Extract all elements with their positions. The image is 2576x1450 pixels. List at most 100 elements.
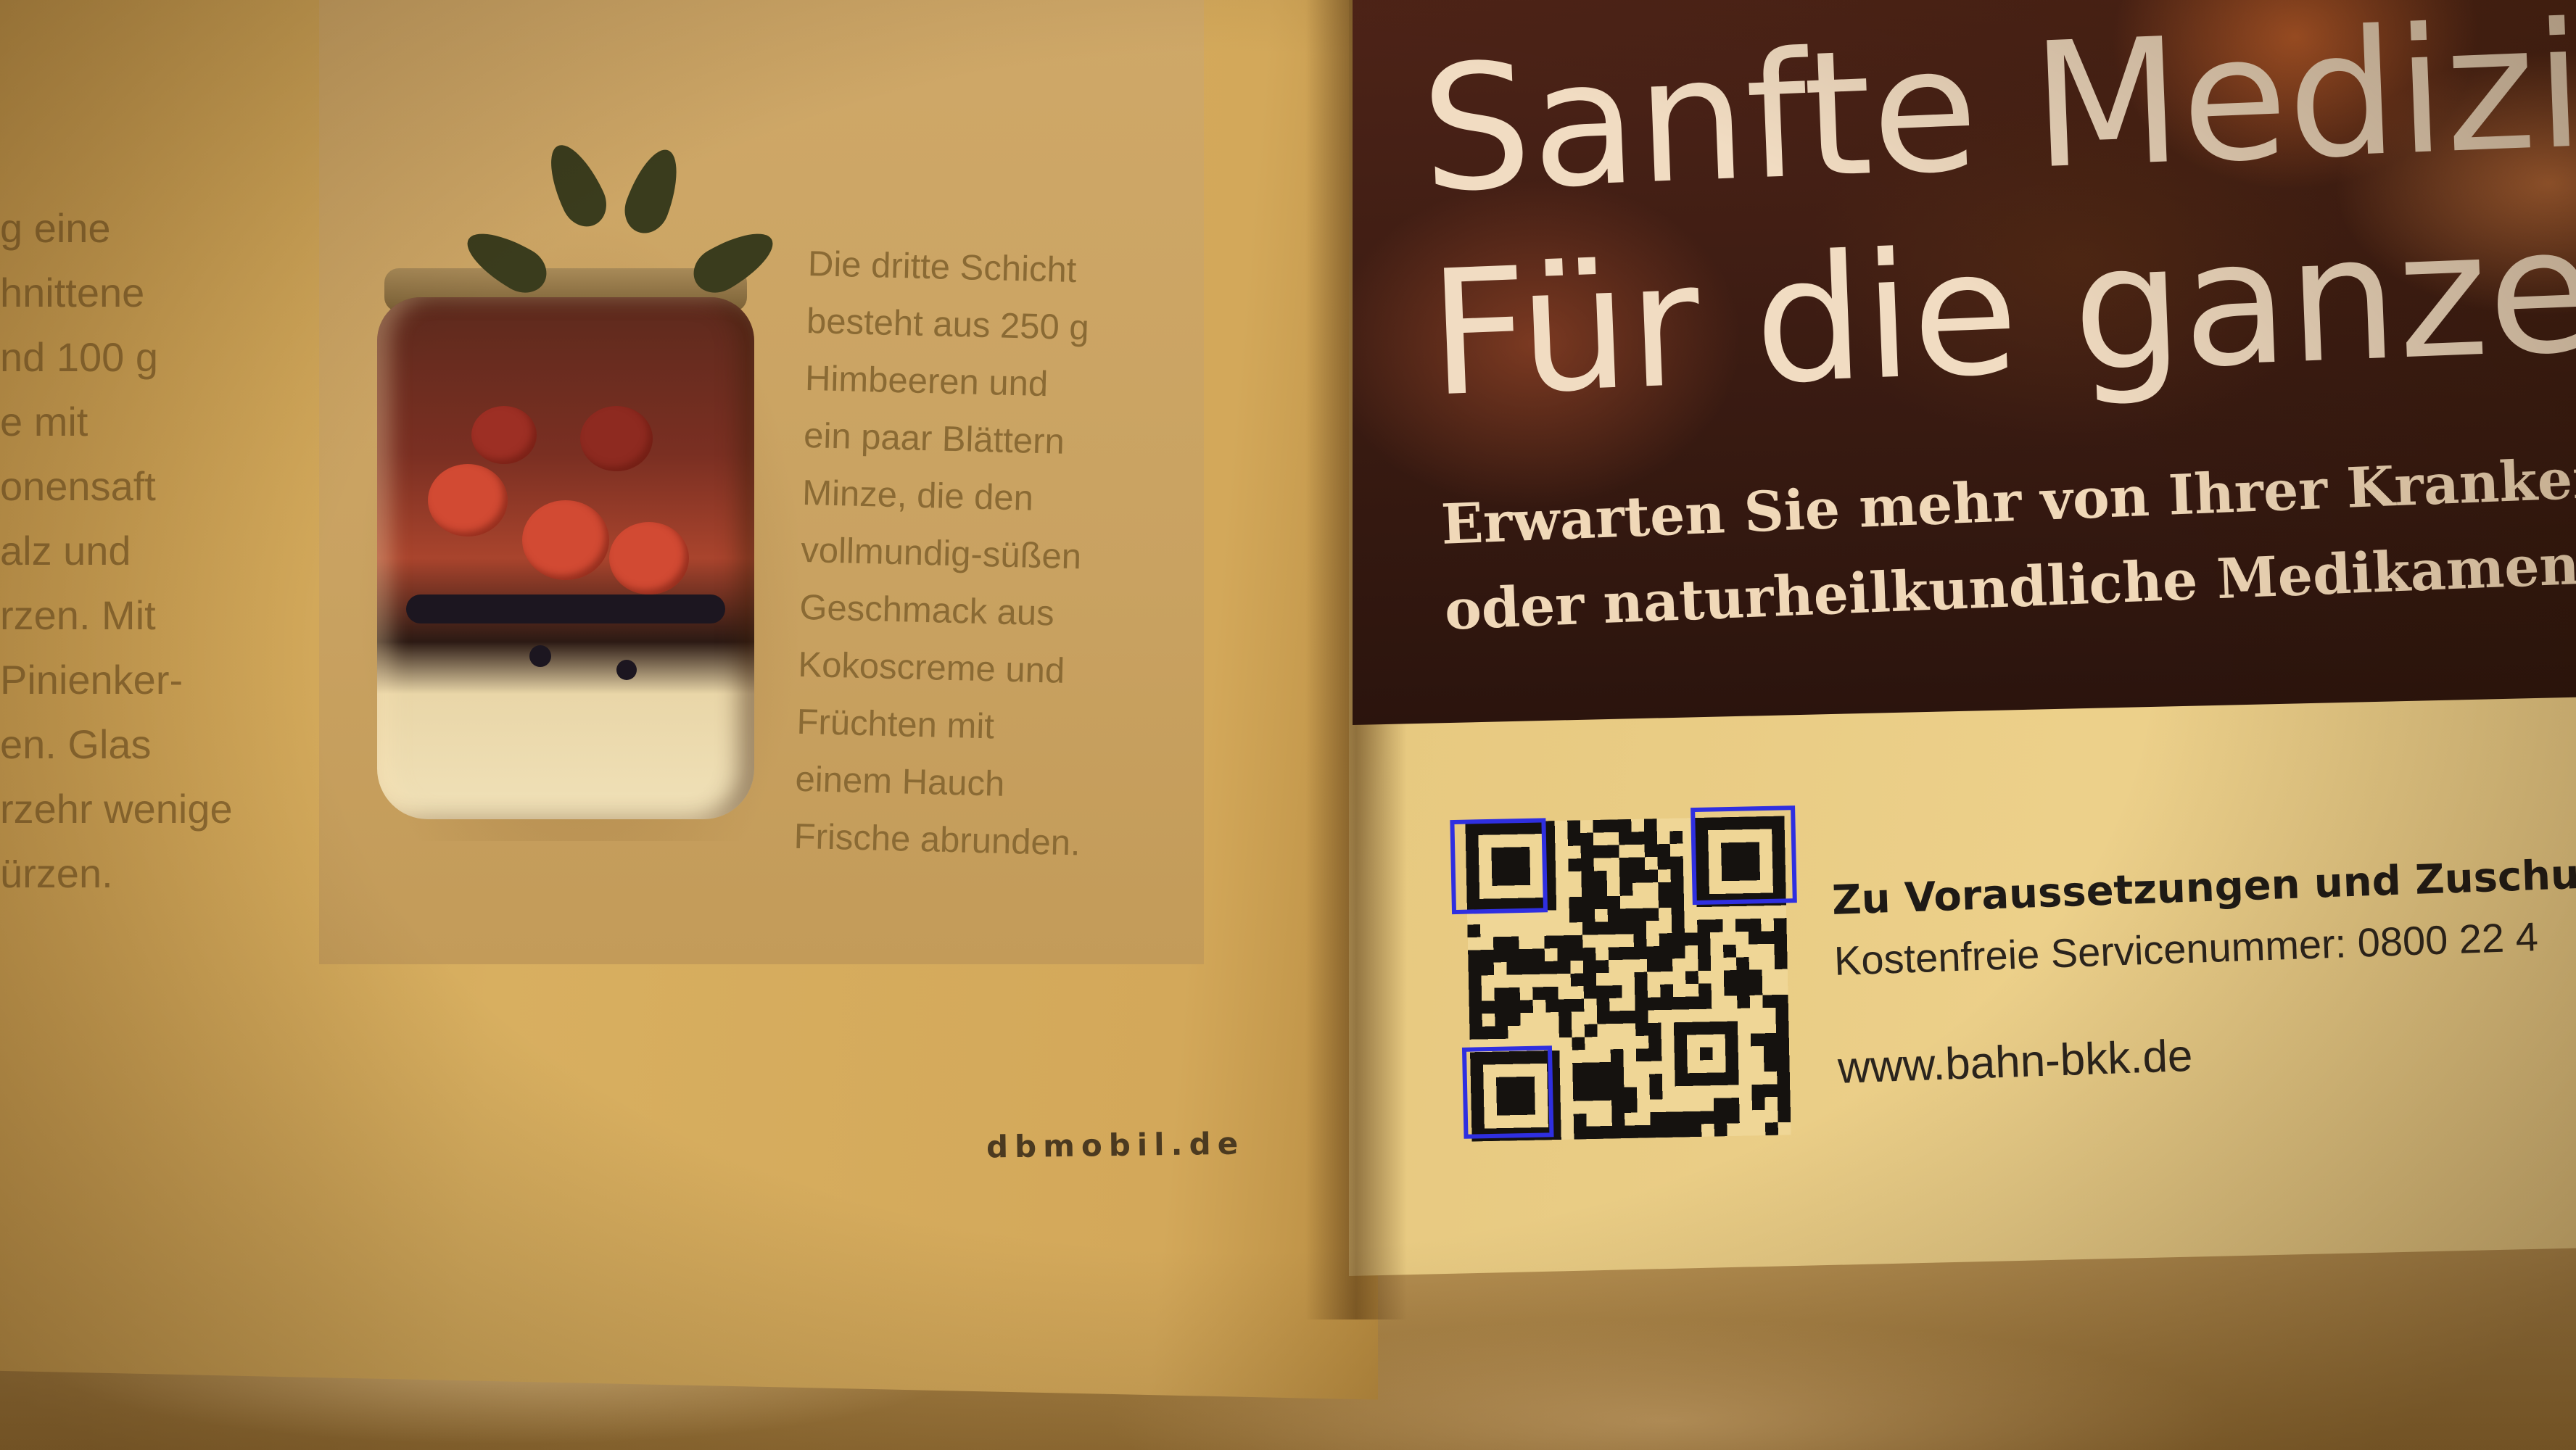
qr-module <box>1558 999 1572 1013</box>
text-line: ürzen. <box>0 850 113 896</box>
blueberry <box>616 660 637 680</box>
qr-module <box>1669 830 1683 844</box>
caption-line: Die dritte Schicht <box>807 244 1077 291</box>
text-line: alz und <box>0 528 131 573</box>
qr-module <box>1608 947 1622 961</box>
qr-module <box>1595 921 1609 935</box>
qr-module <box>1775 1019 1789 1033</box>
qr-module <box>1581 883 1595 897</box>
qr-module <box>1611 1125 1625 1139</box>
qr-module <box>1675 1111 1689 1125</box>
qr-module <box>1749 982 1763 995</box>
strawberry <box>428 464 508 536</box>
qr-module <box>1567 832 1581 846</box>
qr-module <box>1507 1013 1521 1027</box>
qr-module <box>1632 869 1646 883</box>
qr-module <box>1775 994 1788 1008</box>
text-line: rzen. Mit <box>0 592 156 638</box>
qr-module <box>1659 945 1673 959</box>
qr-module <box>1648 1035 1662 1049</box>
qr-module <box>1724 982 1738 996</box>
qr-module <box>1594 896 1608 910</box>
qr-module <box>1622 1010 1636 1024</box>
qr-module <box>1698 995 1712 1009</box>
finder-highlight-box <box>1450 818 1548 915</box>
qr-module <box>1620 921 1634 935</box>
qr-module <box>1569 896 1582 910</box>
qr-module <box>1659 958 1673 972</box>
left-text-column: g eine hnittene nd 100 g e mit onensaft … <box>0 196 247 906</box>
qr-module <box>1480 949 1494 963</box>
qr-module <box>1572 1062 1586 1076</box>
qr-module <box>1749 969 1762 983</box>
qr-module <box>1764 1058 1778 1072</box>
jar-caption: Die dritte Schicht besteht aus 250 g Him… <box>793 236 1215 875</box>
qr-module <box>1468 950 1482 964</box>
qr-module <box>1493 949 1507 963</box>
qr-module <box>1506 936 1519 950</box>
text-line: hnittene <box>0 270 145 315</box>
qr-module <box>1736 969 1750 983</box>
qr-module <box>1748 931 1762 945</box>
qr-module <box>1633 933 1647 947</box>
qr-module <box>1584 1024 1598 1037</box>
qr-module <box>1633 946 1647 960</box>
qr-module <box>1607 908 1621 922</box>
qr-module <box>1658 882 1672 895</box>
qr-module <box>1611 1112 1625 1126</box>
qr-module <box>1646 958 1660 972</box>
text-line: onensaft <box>0 463 156 509</box>
qr-module <box>1685 996 1699 1010</box>
caption-line: besteht aus 250 g <box>806 301 1090 348</box>
qr-module <box>1607 895 1621 909</box>
qr-module <box>1559 1011 1572 1025</box>
qr-module <box>1494 1000 1508 1014</box>
qr-module <box>1468 962 1482 976</box>
qr-module <box>1609 985 1622 998</box>
text-line: en. Glas <box>0 721 152 767</box>
qr-module <box>1598 1061 1611 1075</box>
qr-module <box>1469 1000 1482 1014</box>
qr-module <box>1611 1061 1624 1075</box>
qr-module <box>1735 919 1749 932</box>
qr-module <box>1670 856 1684 870</box>
qr-module <box>1763 1032 1777 1046</box>
qr-module <box>1467 924 1481 938</box>
qr-module <box>1635 1010 1648 1024</box>
finder-highlight-box <box>1461 1045 1554 1139</box>
qr-module <box>1632 908 1646 921</box>
qr-module <box>1701 1111 1714 1124</box>
caption-line: Früchten mit <box>796 702 995 747</box>
raspberry <box>580 406 653 471</box>
qr-module <box>1618 832 1632 845</box>
caption-line: Kokoscreme und <box>797 645 1065 691</box>
qr-module <box>1606 845 1619 858</box>
qr-module <box>1567 820 1581 834</box>
qr-module <box>1764 1122 1778 1136</box>
qr-module <box>1481 962 1495 976</box>
qr-module <box>1569 935 1583 948</box>
qr-module <box>1697 919 1711 933</box>
text-line: rzehr wenige <box>0 786 233 832</box>
qr-module <box>1776 1058 1790 1072</box>
qr-module <box>1697 945 1711 958</box>
blueberry-layer <box>406 594 725 624</box>
qr-module <box>1714 1110 1727 1124</box>
qr-module <box>1568 858 1582 872</box>
qr-module <box>1619 857 1632 871</box>
qr-module <box>1580 858 1594 871</box>
qr-module <box>1671 907 1685 921</box>
qr-module <box>1598 1074 1611 1088</box>
qr-module <box>1685 971 1698 985</box>
qr-module <box>1544 935 1558 949</box>
qr-module <box>1469 988 1482 1002</box>
qr-module <box>1723 944 1737 958</box>
qr-module <box>1649 1074 1663 1088</box>
caption-line: vollmundig-süßen <box>800 530 1082 577</box>
qr-module <box>1593 845 1607 858</box>
text-line: g eine <box>0 205 111 251</box>
finder-highlight-box <box>1690 805 1797 906</box>
qr-module <box>1764 1084 1778 1098</box>
qr-module <box>1762 995 1776 1008</box>
qr-module <box>1572 1075 1586 1089</box>
